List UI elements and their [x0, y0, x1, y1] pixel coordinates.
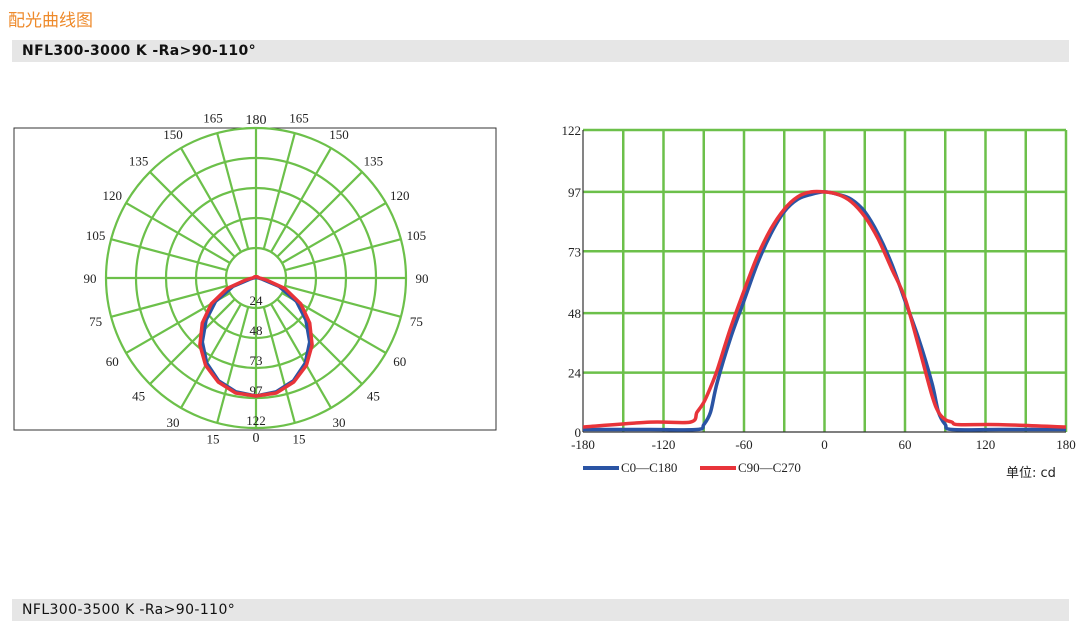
y-tick-label: 73 [568, 244, 581, 259]
legend-c0: C0—C180 [583, 460, 677, 476]
line-chart: -180 -120 -60 0 60 120 180024487397122 [562, 123, 1076, 452]
legend-c90: C90—C270 [700, 460, 801, 476]
section-title-3500k: NFL300-3500 K -Ra>90-110° [22, 602, 236, 618]
legend-label-c0: C0—C180 [621, 460, 678, 475]
y-tick-label: 24 [568, 366, 582, 381]
y-tick-label: 97 [568, 185, 582, 200]
y-tick-label: 0 [575, 425, 582, 440]
section-header-3500k: NFL300-3500 K -Ra>90-110° [12, 599, 1069, 621]
legend-label-c90: C90—C270 [738, 460, 801, 475]
x-tick-label: -120 [652, 437, 676, 452]
unit-label: 单位: cd [1006, 466, 1056, 481]
x-tick-label: 0 [821, 437, 828, 452]
legend-swatch-c90 [700, 466, 736, 470]
y-tick-label: 122 [562, 123, 582, 138]
x-tick-label: 180 [1056, 437, 1076, 452]
y-tick-label: 48 [568, 306, 581, 321]
x-tick-label: 60 [899, 437, 912, 452]
x-tick-label: -60 [735, 437, 752, 452]
legend-swatch-c0 [583, 466, 619, 470]
x-tick-label: 120 [976, 437, 996, 452]
